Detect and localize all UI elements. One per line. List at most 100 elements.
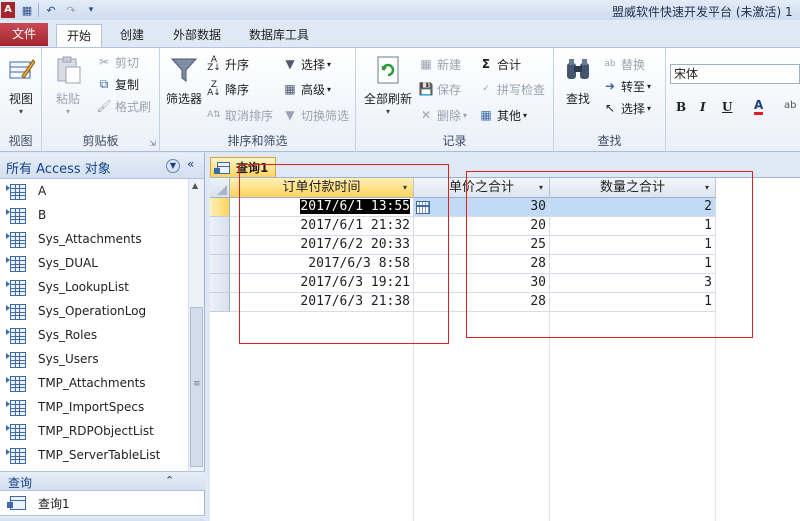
more-dropdown-icon[interactable]: ▾: [523, 111, 527, 120]
nav-item-table[interactable]: TMP_RDPObjectList: [0, 419, 188, 443]
row-selector[interactable]: [210, 293, 230, 312]
table-cell[interactable]: 1: [550, 217, 716, 236]
clear-sort-button[interactable]: A⇅ 取消排序: [206, 105, 273, 125]
date-picker-icon[interactable]: [416, 201, 430, 214]
row-selector[interactable]: [210, 255, 230, 274]
table-cell[interactable]: 2017/6/1 13:55: [230, 198, 414, 217]
nav-item-table[interactable]: TMP_ImportSpecs: [0, 395, 188, 419]
nav-pane-menu-icon[interactable]: ▼: [166, 159, 180, 173]
nav-item-table[interactable]: Sys_Attachments: [0, 227, 188, 251]
column-header[interactable]: 单价之合计 ▾: [414, 178, 550, 198]
view-button[interactable]: 视图 ▾: [3, 54, 39, 116]
format-painter-button[interactable]: 🖌 格式刷: [96, 96, 151, 116]
tab-file[interactable]: 文件: [0, 23, 48, 46]
table-cell[interactable]: 3: [550, 274, 716, 293]
nav-item-table[interactable]: TMP_Attachments: [0, 371, 188, 395]
table-cell[interactable]: 28: [414, 255, 550, 274]
tab-database-tools[interactable]: 数据库工具: [242, 24, 316, 48]
selection-filter-button[interactable]: ▼ 选择 ▾: [282, 54, 331, 74]
row-selector[interactable]: [210, 217, 230, 236]
table-cell[interactable]: 1: [550, 293, 716, 312]
italic-button[interactable]: I: [700, 100, 706, 114]
goto-button[interactable]: ➜ 转至 ▾: [602, 76, 651, 96]
table-cell[interactable]: 1: [550, 236, 716, 255]
nav-pane-collapse-icon[interactable]: «: [187, 157, 194, 171]
view-dropdown-icon[interactable]: ▾: [3, 107, 39, 116]
column-header[interactable]: 数量之合计 ▾: [550, 178, 716, 198]
save-icon[interactable]: ▦: [19, 2, 35, 18]
font-name-combo[interactable]: 宋体: [670, 64, 800, 84]
column-header[interactable]: 订单付款时间 ▾: [230, 178, 414, 198]
refresh-all-button[interactable]: 全部刷新 ▾: [362, 54, 414, 116]
find-button[interactable]: 查找: [558, 54, 598, 107]
cut-button[interactable]: ✂ 剪切: [96, 52, 139, 72]
spelling-button[interactable]: ✓ 拼写检查: [478, 79, 545, 99]
nav-item-table[interactable]: B: [0, 203, 188, 227]
table-cell[interactable]: 25: [414, 236, 550, 255]
replace-button[interactable]: ab 替换: [602, 54, 645, 74]
table-cell[interactable]: 30: [414, 274, 550, 293]
nav-item-table[interactable]: TMP_ServerTableList: [0, 443, 188, 467]
nav-scrollbar[interactable]: ▲ ≡: [188, 179, 204, 471]
delete-record-button[interactable]: ✕ 删除 ▾: [418, 105, 467, 125]
table-cell[interactable]: 1: [550, 255, 716, 274]
paste-dropdown-icon[interactable]: ▾: [50, 107, 86, 116]
advanced-dropdown-icon[interactable]: ▾: [327, 85, 331, 94]
tab-home[interactable]: 开始: [56, 24, 102, 48]
font-color-button[interactable]: A: [754, 98, 764, 115]
goto-dropdown-icon[interactable]: ▾: [647, 82, 651, 91]
column-dropdown-icon[interactable]: ▾: [705, 178, 709, 197]
highlight-button[interactable]: ab: [784, 100, 796, 111]
table-cell[interactable]: 2017/6/3 19:21: [230, 274, 414, 293]
paste-button[interactable]: 粘贴 ▾: [50, 54, 86, 116]
document-tab-query1[interactable]: 查询1: [210, 157, 276, 177]
tab-external-data[interactable]: 外部数据: [166, 24, 228, 48]
sort-ascending-button[interactable]: A Z↓ 升序: [206, 54, 249, 74]
underline-button[interactable]: U: [722, 100, 732, 114]
refresh-dropdown-icon[interactable]: ▾: [362, 107, 414, 116]
more-records-button[interactable]: ▦ 其他 ▾: [478, 105, 527, 125]
nav-section-next[interactable]: [0, 515, 205, 521]
select-all-corner[interactable]: [210, 178, 230, 198]
scroll-up-icon[interactable]: ▲: [192, 181, 198, 190]
select-dropdown-icon[interactable]: ▾: [647, 104, 651, 113]
copy-button[interactable]: ⧉ 复制: [96, 74, 139, 94]
nav-item-table[interactable]: Sys_OperationLog: [0, 299, 188, 323]
undo-icon[interactable]: ↶: [43, 2, 59, 18]
select-button[interactable]: ↖ 选择 ▾: [602, 98, 651, 118]
tab-create[interactable]: 创建: [112, 24, 152, 48]
nav-item-table[interactable]: Sys_Roles: [0, 323, 188, 347]
access-app-icon[interactable]: A: [1, 2, 15, 18]
nav-item-query1[interactable]: 查询1: [0, 491, 205, 515]
table-cell[interactable]: 2: [550, 198, 716, 217]
customize-qat-icon[interactable]: ▾: [83, 2, 99, 18]
table-cell[interactable]: 30: [414, 198, 550, 217]
table-cell[interactable]: 28: [414, 293, 550, 312]
nav-item-table[interactable]: Sys_LookupList: [0, 275, 188, 299]
bold-button[interactable]: B: [676, 100, 686, 114]
nav-section-queries[interactable]: 查询 ⌃: [0, 471, 205, 491]
row-selector[interactable]: [210, 198, 230, 217]
row-selector[interactable]: [210, 236, 230, 255]
totals-button[interactable]: Σ 合计: [478, 54, 521, 74]
filter-button[interactable]: 筛选器: [164, 54, 204, 107]
column-dropdown-icon[interactable]: ▾: [539, 178, 543, 197]
selection-dropdown-icon[interactable]: ▾: [327, 60, 331, 69]
table-cell[interactable]: 2017/6/2 20:33: [230, 236, 414, 255]
clipboard-launcher-icon[interactable]: ⇲: [149, 139, 156, 148]
table-cell[interactable]: 2017/6/3 8:58: [230, 255, 414, 274]
save-record-button[interactable]: 💾 保存: [418, 79, 462, 99]
advanced-filter-button[interactable]: ▦ 高级 ▾: [282, 79, 331, 99]
nav-pane-title[interactable]: 所有 Access 对象: [6, 158, 111, 177]
sort-descending-button[interactable]: Z A↓ 降序: [206, 79, 249, 99]
column-dropdown-icon[interactable]: ▾: [403, 178, 407, 197]
section-collapse-icon[interactable]: ⌃: [165, 474, 174, 487]
delete-dropdown-icon[interactable]: ▾: [463, 111, 467, 120]
nav-item-table[interactable]: A: [0, 179, 188, 203]
new-record-button[interactable]: ▦ 新建: [418, 54, 461, 74]
table-cell[interactable]: 2017/6/1 21:32: [230, 217, 414, 236]
redo-icon[interactable]: ↷: [63, 2, 79, 18]
table-cell[interactable]: 20: [414, 217, 550, 236]
row-selector[interactable]: [210, 274, 230, 293]
toggle-filter-button[interactable]: ▼ 切换筛选: [282, 105, 349, 125]
